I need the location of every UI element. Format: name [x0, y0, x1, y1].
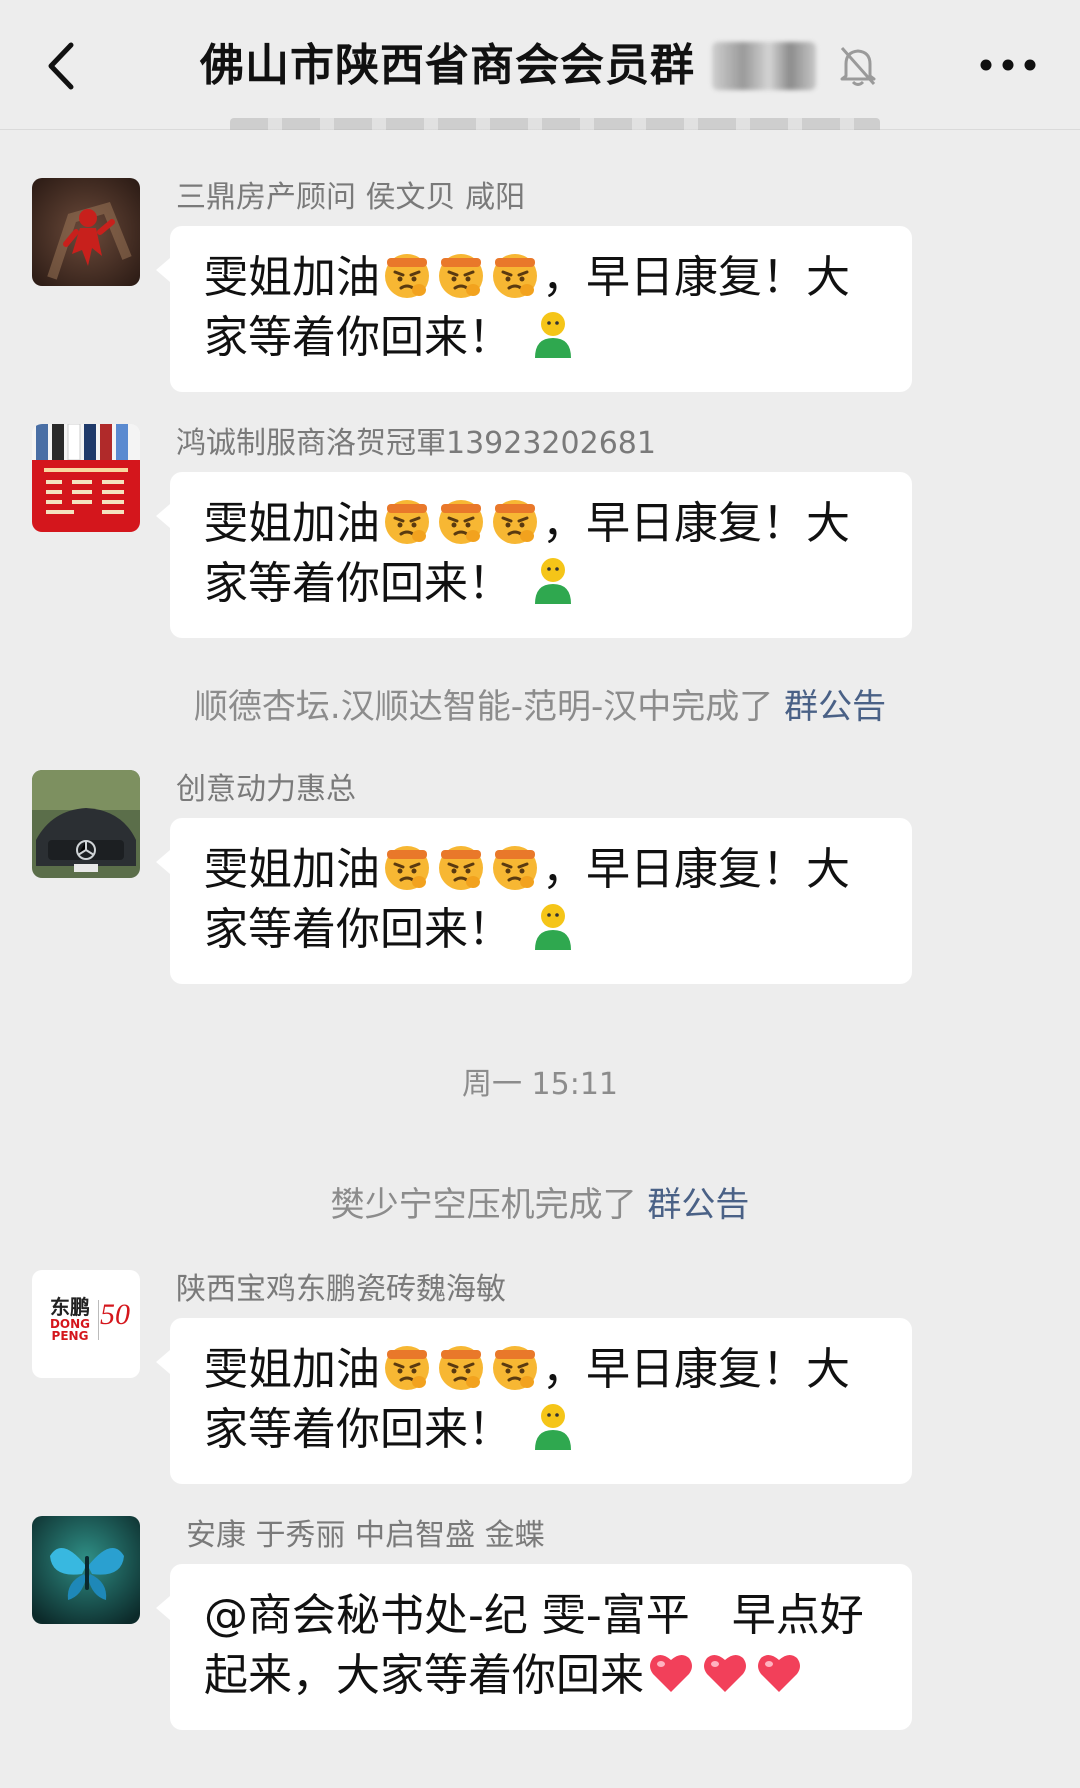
chat-title: 佛山市陕西省商会会员群: [200, 40, 695, 91]
determined-face-emoji-icon: [435, 840, 487, 892]
back-button[interactable]: [30, 36, 90, 96]
more-button[interactable]: [968, 40, 1048, 90]
message-line: 雯姐加油 ，早日康复！大: [204, 840, 878, 900]
message-line: @商会秘书处-纪 雯-富平 早点好: [204, 1590, 864, 1641]
heart-icon: [753, 1646, 805, 1698]
determined-face-emoji-icon: [489, 840, 541, 892]
heart-icon: [699, 1646, 751, 1698]
system-notice: 樊少宁空压机完成了 群公告: [330, 1185, 750, 1225]
person-emoji-icon: [527, 1400, 579, 1452]
message-line: 雯姐加油 ，早日康复！大: [204, 1340, 878, 1400]
message-bubble[interactable]: 雯姐加油 ，早日康复！大 家等着你回来！: [156, 226, 912, 392]
person-emoji-icon: [527, 554, 579, 606]
determined-face-emoji-icon: [489, 494, 541, 546]
determined-face-emoji-icon: [381, 840, 433, 892]
sender-name: 陕西宝鸡东鹏瓷砖魏海敏: [176, 1272, 506, 1307]
timestamp: 周一 15:11: [462, 1067, 618, 1102]
group-announcement-link[interactable]: 群公告: [784, 687, 886, 727]
message-line: 起来，大家等着你回来: [204, 1646, 878, 1706]
determined-face-emoji-icon: [489, 1340, 541, 1392]
avatar[interactable]: [32, 424, 140, 532]
message-line: 家等着你回来！: [204, 554, 878, 614]
determined-face-emoji-icon: [435, 1340, 487, 1392]
sender-name: 鸿诚制服商洛贺冠軍13923202681: [176, 426, 656, 461]
determined-face-emoji-icon: [381, 1340, 433, 1392]
anniversary-badge: 50: [100, 1298, 130, 1331]
person-emoji-icon: [527, 900, 579, 952]
determined-face-emoji-icon: [435, 248, 487, 300]
avatar[interactable]: 东鹏 DONG PENG 50: [32, 1270, 140, 1378]
message-line: 雯姐加油 ，早日康复！大: [204, 494, 878, 554]
sender-name: 创意动力惠总: [176, 772, 356, 807]
message-line: 雯姐加油 ，早日康复！大: [204, 248, 878, 308]
determined-face-emoji-icon: [435, 494, 487, 546]
determined-face-emoji-icon: [381, 248, 433, 300]
avatar[interactable]: [32, 770, 140, 878]
message-line: 家等着你回来！: [204, 1400, 878, 1460]
system-notice: 顺德杏坛.汉顺达智能-范明-汉中完成了 群公告: [193, 687, 887, 727]
bell-off-icon: [838, 44, 878, 88]
blurred-member-count: [712, 42, 816, 90]
group-announcement-link[interactable]: 群公告: [647, 1185, 749, 1225]
person-emoji-icon: [527, 308, 579, 360]
message-bubble[interactable]: @商会秘书处-纪 雯-富平 早点好 起来，大家等着你回来: [156, 1564, 912, 1730]
message-bubble[interactable]: 雯姐加油 ，早日康复！大 家等着你回来！: [156, 472, 912, 638]
previous-message-peek: [230, 112, 880, 130]
chat-header: 佛山市陕西省商会会员群: [0, 0, 1080, 130]
sender-name: 安康 于秀丽 中启智盛 金蝶: [186, 1518, 545, 1553]
ellipsis-icon: [980, 59, 1036, 71]
sender-name: 三鼎房产顾问 侯文贝 咸阳: [176, 180, 526, 215]
determined-face-emoji-icon: [381, 494, 433, 546]
avatar[interactable]: [32, 1516, 140, 1624]
avatar[interactable]: [32, 178, 140, 286]
message-bubble[interactable]: 雯姐加油 ，早日康复！大 家等着你回来！: [156, 818, 912, 984]
heart-icon: [645, 1646, 697, 1698]
dongpeng-logo: 东鹏 DONG PENG: [49, 1295, 91, 1343]
message-line: 家等着你回来！: [204, 900, 878, 960]
message-line: 家等着你回来！: [204, 308, 878, 368]
chevron-left-icon: [48, 42, 74, 90]
determined-face-emoji-icon: [489, 248, 541, 300]
message-bubble[interactable]: 雯姐加油 ，早日康复！大 家等着你回来！: [156, 1318, 912, 1484]
